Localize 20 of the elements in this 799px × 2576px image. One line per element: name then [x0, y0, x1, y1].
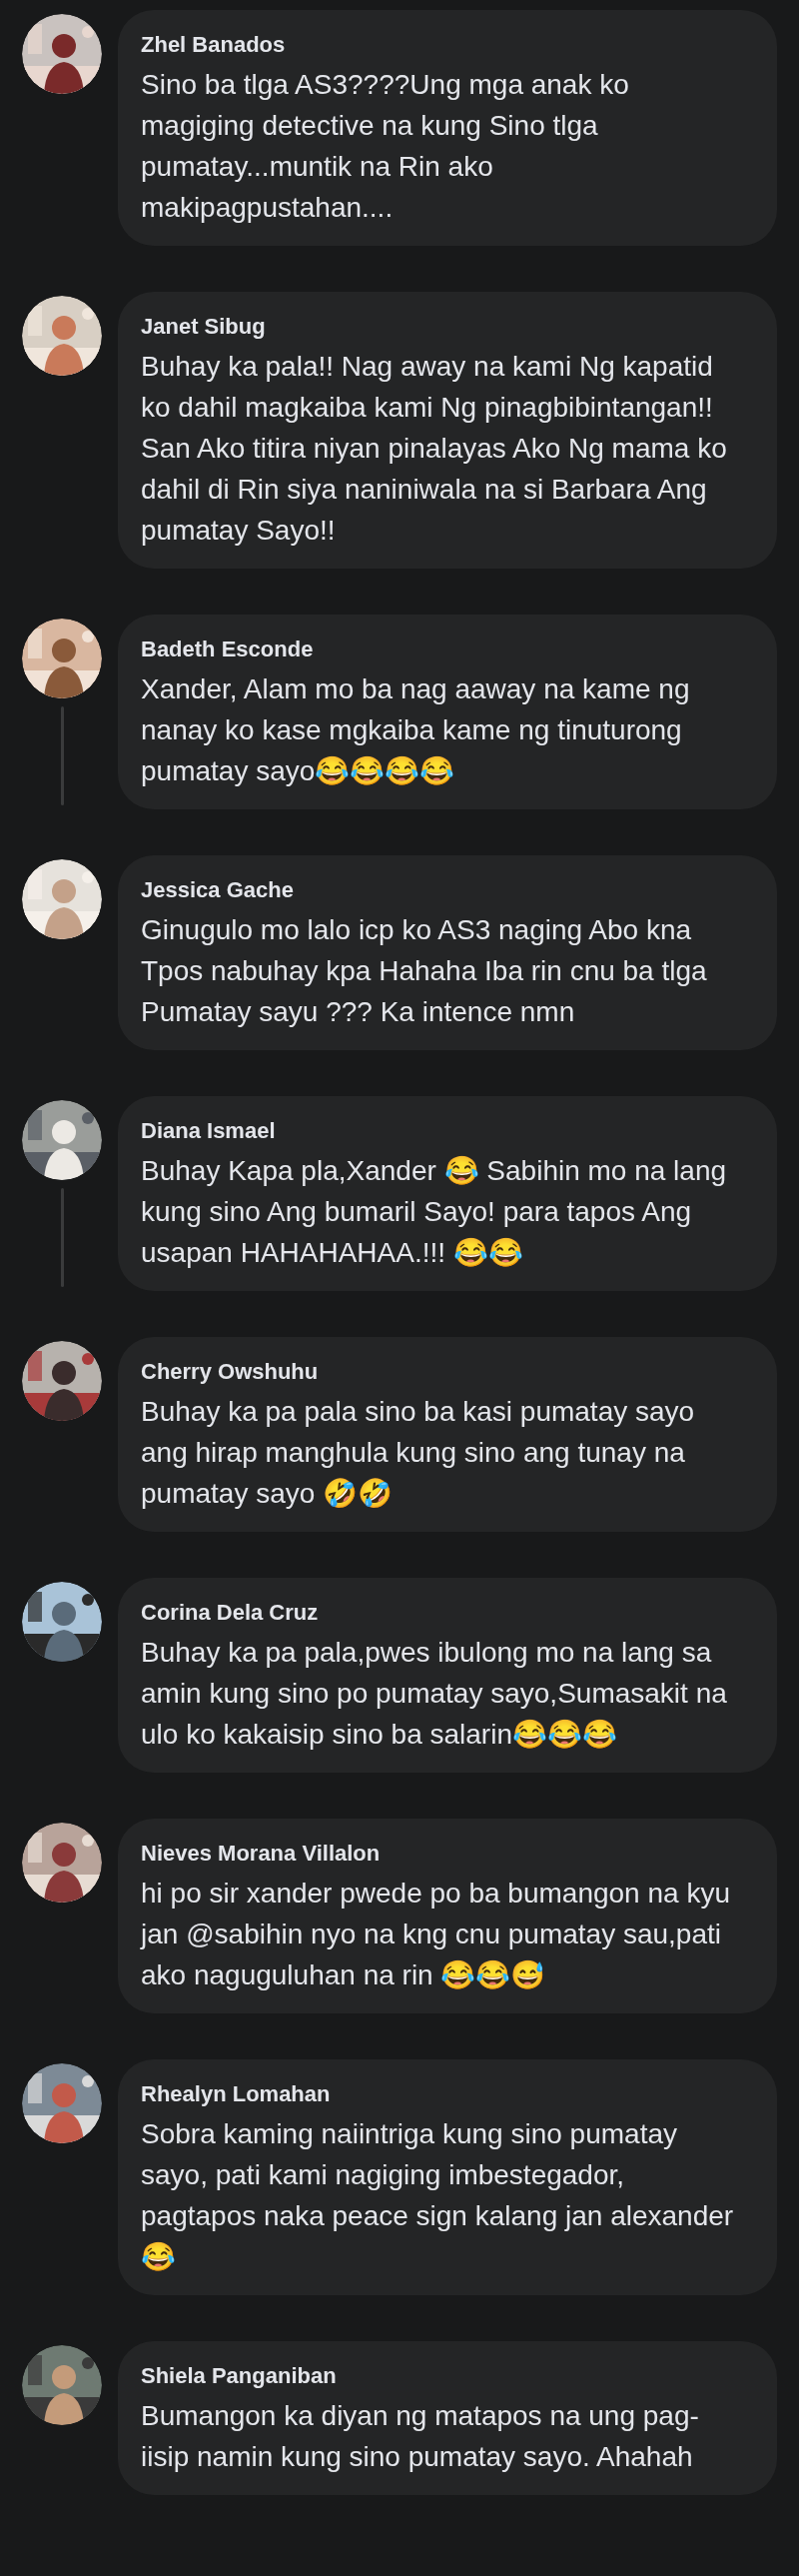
comment-text: Buhay Kapa pla,Xander 😂 Sabihin mo na lang kung sino Ang bumaril Sayo! para tapos Ang usapan HAHAHAHAA.!!! 😂😂: [141, 1154, 728, 1270]
commenter-name[interactable]: Nieves Morana Villalon: [141, 1837, 754, 1871]
comment-text: hi po sir xander pwede po ba bumangon na kyu jan @sabihin nyo na kng cnu pumatay sau,pati ako naguguluhan na rin 😂😂😅: [141, 1877, 731, 1992]
commenter-name[interactable]: Zhel Banados: [141, 28, 754, 62]
comment-text: Sino ba tlga AS3????Ung mga anak ko magiging detective na kung Sino tlga pumatay...muntik na Rin ako makipagpustahan....: [141, 68, 630, 225]
commenter-name[interactable]: Janet Sibug: [141, 310, 754, 344]
comment-text: Sobra kaming naiintriga kung sino pumatay sayo, pati kami nagiging imbestegador, pagtapos naka peace sign kalang jan alexander😂: [141, 2117, 735, 2274]
comment-text: Xander, Alam mo ba nag aaway na kame ng nanay ko kase mgkaiba kame ng tinuturong pumatay sayo😂😂😂😂: [141, 672, 691, 788]
commenter-name[interactable]: Diana Ismael: [141, 1114, 754, 1148]
commenter-name[interactable]: Jessica Gache: [141, 873, 754, 907]
commenter-name[interactable]: Cherry Owshuhu: [141, 1355, 754, 1389]
commenter-name[interactable]: Shiela Panganiban: [141, 2359, 754, 2393]
commenter-name[interactable]: Rhealyn Lomahan: [141, 2077, 754, 2111]
comment-text: Buhay ka pa pala sino ba kasi pumatay sayo ang hirap manghula kung sino ang tunay na pumatay sayo 🤣🤣: [141, 1395, 696, 1511]
commenter-name[interactable]: Badeth Esconde: [141, 633, 754, 666]
commenter-name[interactable]: Corina Dela Cruz: [141, 1596, 754, 1630]
comment-text: Buhay ka pala!! Nag away na kami Ng kapatid ko dahil magkaiba kami Ng pinagbibintangan!! San Ako titira niyan pinalayas Ako Ng mama ko dahil di Rin siya naniniwala na si Barbara Ang pumatay Sayo!!: [141, 350, 728, 548]
comment-text: Bumangon ka diyan ng matapos na ung pag-iisip namin kung sino pumatay sayo. Ahahah: [141, 2399, 700, 2474]
comment-text: Ginugulo mo lalo icp ko AS3 naging Abo kna Tpos nabuhay kpa Hahaha Iba rin cnu ba tlga Pumatay sayu ??? Ka intence nmn: [141, 913, 708, 1029]
comment-text: Buhay ka pa pala,pwes ibulong mo na lang sa amin kung sino po pumatay sayo,Sumasakit na ulo ko kakaisip sino ba salarin😂😂😂: [141, 1636, 728, 1752]
